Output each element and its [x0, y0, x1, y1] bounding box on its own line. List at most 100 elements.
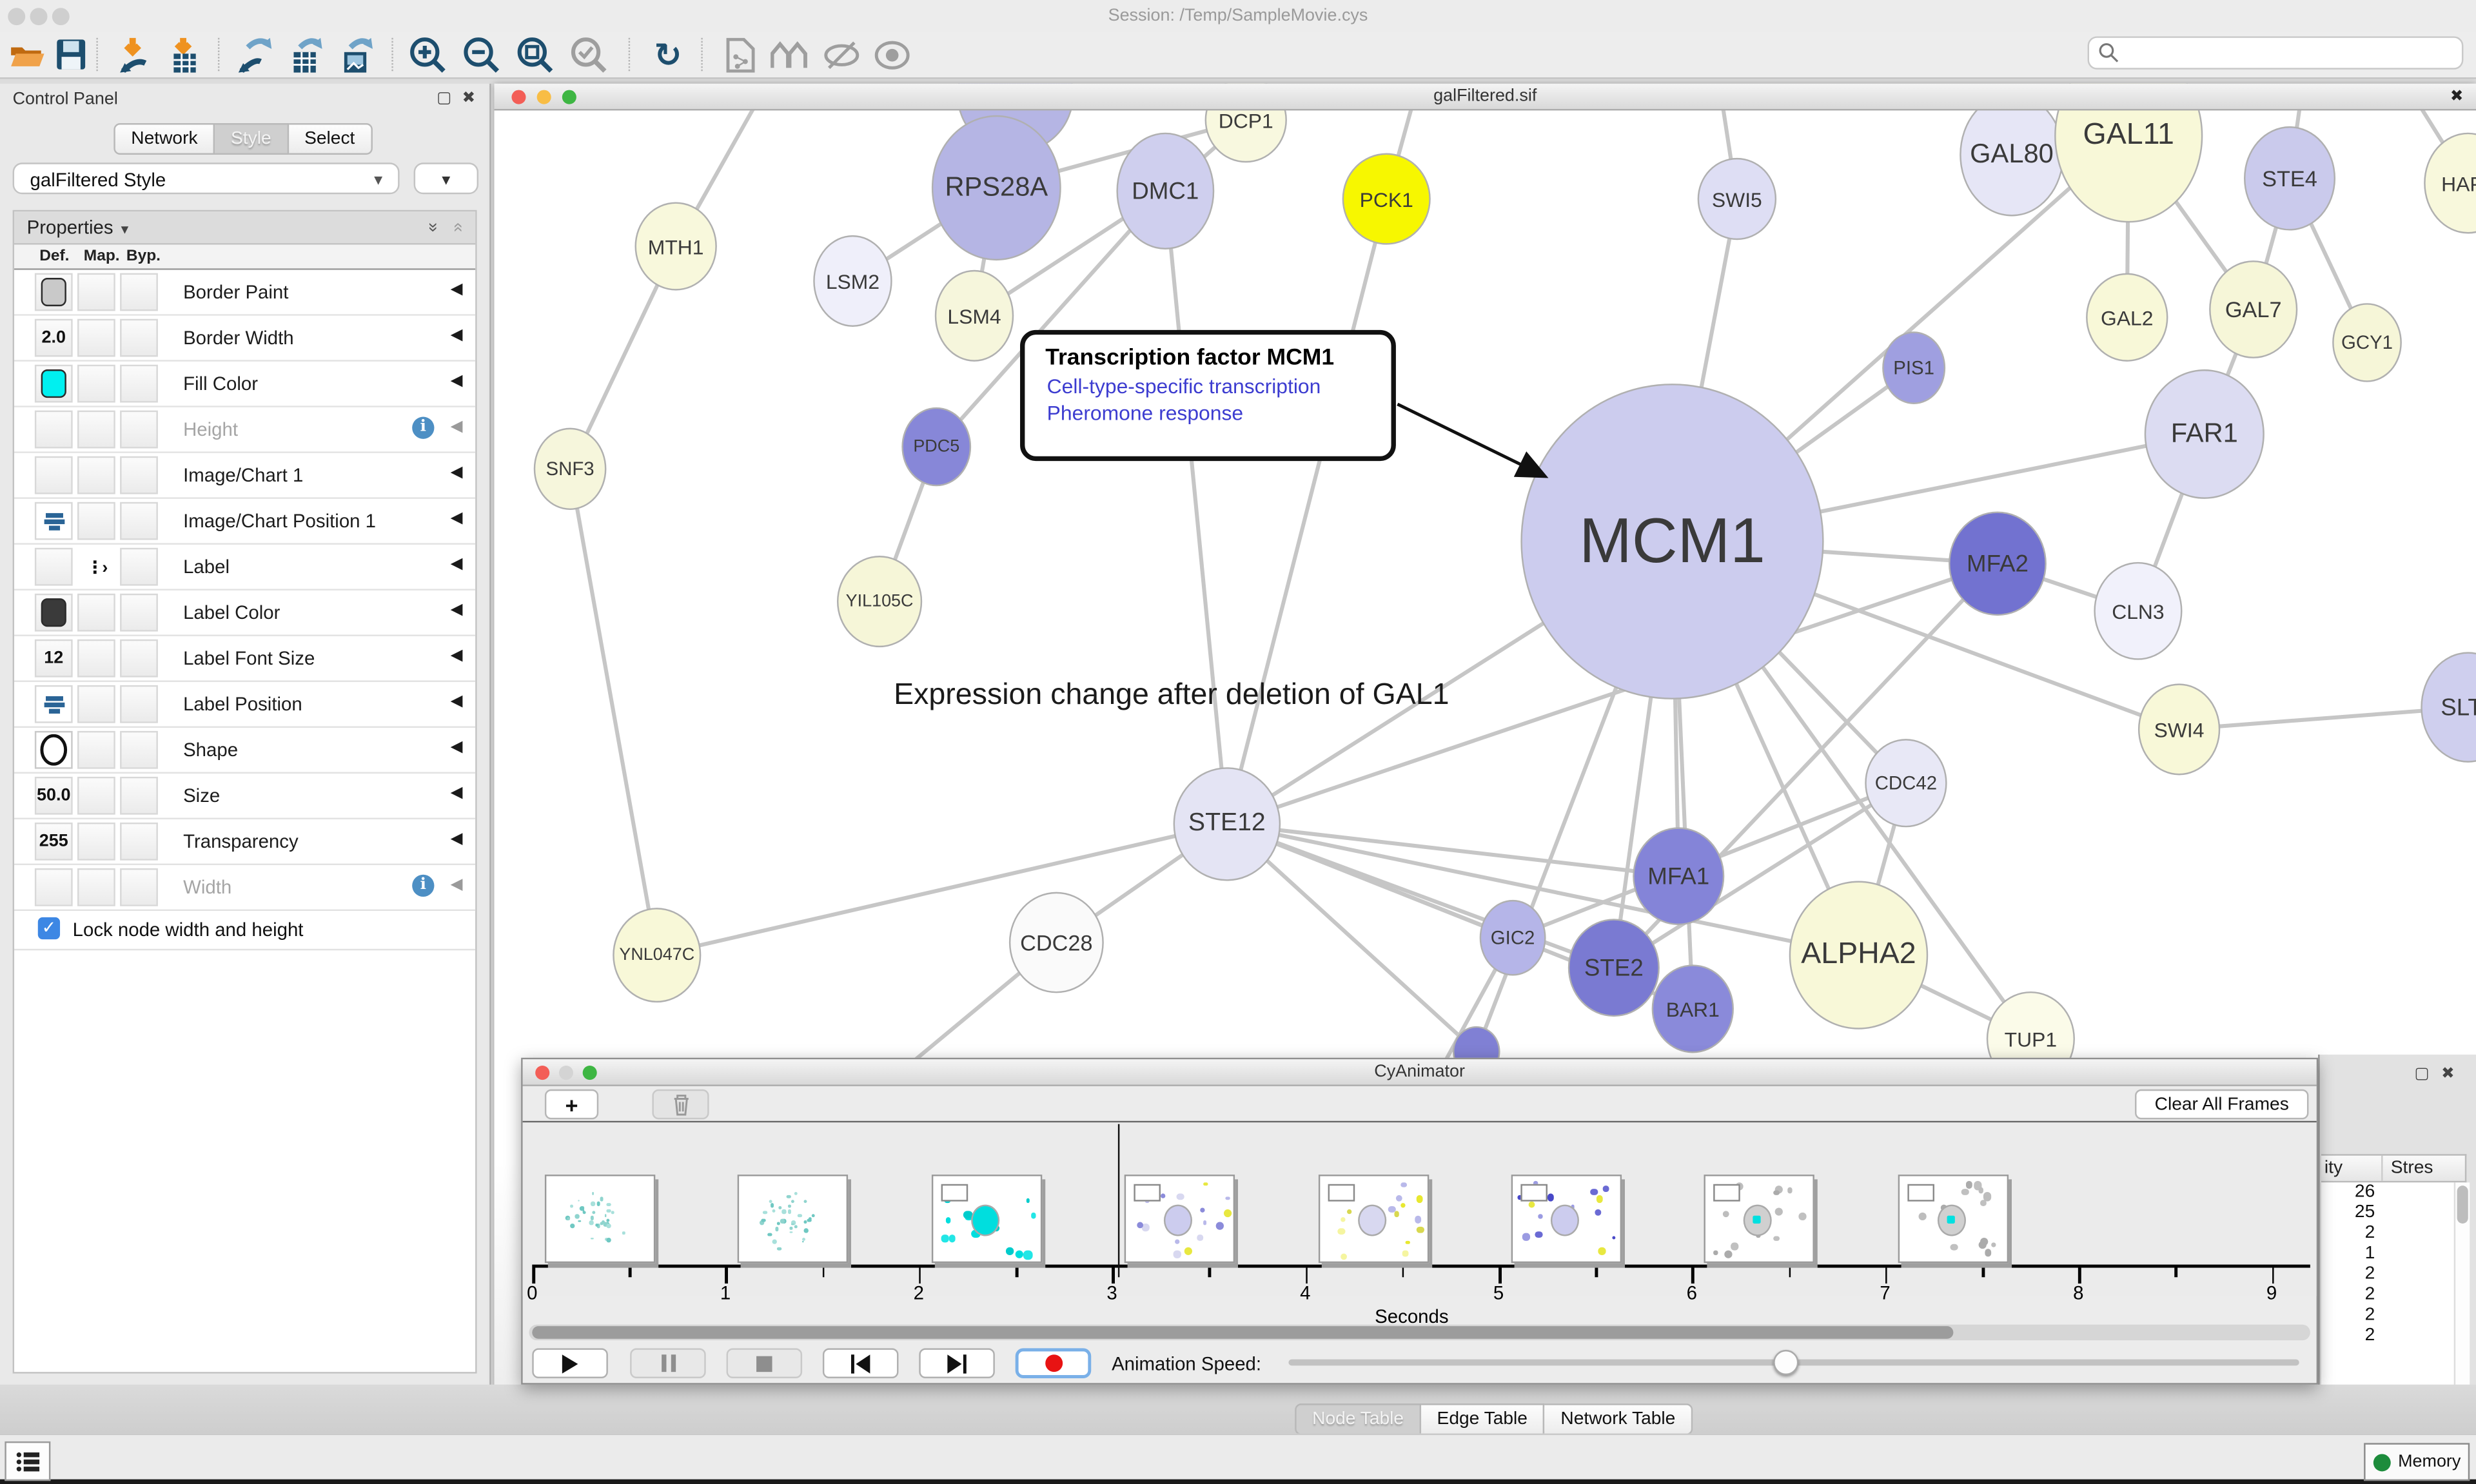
style-options-button[interactable]: ▼: [414, 162, 478, 194]
property-byp-cell[interactable]: [120, 548, 158, 586]
property-byp-cell[interactable]: [120, 823, 158, 861]
table-row[interactable]: 2: [2321, 1326, 2454, 1347]
property-map-cell[interactable]: [77, 319, 115, 357]
property-map-cell[interactable]: [77, 365, 115, 403]
property-map-cell[interactable]: [77, 777, 115, 815]
property-row[interactable]: ⋮›Label◀: [14, 545, 475, 591]
property-byp-cell[interactable]: [120, 639, 158, 678]
property-row[interactable]: Label Position◀: [14, 682, 475, 728]
close-icon[interactable]: [511, 90, 526, 104]
property-def-cell[interactable]: [35, 548, 73, 586]
expand-row-icon[interactable]: ◀: [451, 876, 463, 893]
timeline[interactable]: 0123456789 Seconds: [523, 1122, 2317, 1296]
property-def-cell[interactable]: [35, 411, 73, 449]
network-edge[interactable]: [657, 824, 1227, 955]
property-row[interactable]: 2.0Border Width◀: [14, 316, 475, 362]
property-byp-cell[interactable]: [120, 319, 158, 357]
new-network-icon[interactable]: [720, 36, 761, 72]
network-node-dmc1[interactable]: DMC1: [1116, 133, 1214, 249]
pause-button[interactable]: [630, 1348, 706, 1378]
annotation-link[interactable]: Pheromone response: [1047, 401, 1391, 425]
network-node-mfa2[interactable]: MFA2: [1949, 511, 2047, 616]
property-def-cell[interactable]: [35, 685, 73, 723]
network-node-alpha2[interactable]: ALPHA2: [1789, 881, 1929, 1030]
network-node-mcm1[interactable]: MCM1: [1520, 384, 1823, 699]
export-table-icon[interactable]: [288, 36, 329, 72]
expand-row-icon[interactable]: ◀: [451, 739, 463, 756]
network-node-rps28a[interactable]: RPS28A: [932, 115, 1061, 260]
property-byp-cell[interactable]: [120, 868, 158, 906]
property-row[interactable]: Widthi◀: [14, 865, 475, 911]
property-def-cell[interactable]: 12: [35, 639, 73, 678]
property-map-cell[interactable]: [77, 594, 115, 632]
network-node-ste12[interactable]: STE12: [1174, 767, 1281, 881]
frame-thumbnail-2[interactable]: [931, 1175, 1041, 1263]
expand-row-icon[interactable]: ◀: [451, 556, 463, 573]
property-def-cell[interactable]: [35, 868, 73, 906]
property-def-cell[interactable]: 255: [35, 823, 73, 861]
property-def-cell[interactable]: [35, 594, 73, 632]
expand-row-icon[interactable]: ◀: [451, 510, 463, 527]
property-byp-cell[interactable]: [120, 502, 158, 540]
skip-to-start-button[interactable]: [823, 1348, 899, 1378]
expand-row-icon[interactable]: ◀: [451, 281, 463, 298]
minimize-icon[interactable]: [559, 1066, 573, 1080]
import-network-icon[interactable]: [113, 36, 155, 72]
memory-button[interactable]: Memory: [2364, 1443, 2470, 1481]
animation-speed-thumb[interactable]: [1773, 1350, 1798, 1375]
network-node-gal2[interactable]: GAL2: [2086, 273, 2168, 362]
zoom-icon[interactable]: [562, 90, 576, 104]
property-row[interactable]: Label Color◀: [14, 591, 475, 636]
expand-row-icon[interactable]: ◀: [451, 647, 463, 665]
property-byp-cell[interactable]: [120, 777, 158, 815]
network-node-lsm2[interactable]: LSM2: [813, 235, 892, 327]
collapse-all-icon[interactable]: «: [448, 222, 467, 232]
clear-all-frames-button[interactable]: Clear All Frames: [2135, 1089, 2308, 1120]
frame-thumbnail-1[interactable]: [738, 1175, 849, 1263]
table-scrollbar[interactable]: [2454, 1182, 2470, 1399]
property-byp-cell[interactable]: [120, 456, 158, 494]
table-row[interactable]: 25: [2321, 1203, 2454, 1224]
skip-to-end-button[interactable]: [919, 1348, 995, 1378]
window-close-button[interactable]: [8, 8, 25, 25]
property-def-cell[interactable]: [35, 731, 73, 769]
network-edge[interactable]: [1165, 191, 1227, 824]
network-node-cln3[interactable]: CLN3: [2094, 562, 2182, 660]
expand-row-icon[interactable]: ◀: [451, 464, 463, 482]
property-byp-cell[interactable]: [120, 731, 158, 769]
minimize-icon[interactable]: [537, 90, 551, 104]
property-map-cell[interactable]: ⋮›: [77, 548, 115, 586]
property-byp-cell[interactable]: [120, 365, 158, 403]
network-node-bar1[interactable]: BAR1: [1652, 964, 1734, 1053]
property-map-cell[interactable]: [77, 731, 115, 769]
expand-row-icon[interactable]: ◀: [451, 830, 463, 848]
property-row[interactable]: Image/Chart 1◀: [14, 453, 475, 499]
property-byp-cell[interactable]: [120, 594, 158, 632]
play-button[interactable]: [532, 1348, 608, 1378]
search-input[interactable]: [2088, 36, 2464, 69]
network-node-cdc28[interactable]: CDC28: [1009, 892, 1104, 993]
tab-network[interactable]: Network: [113, 123, 215, 155]
property-row[interactable]: 12Label Font Size◀: [14, 636, 475, 682]
info-icon[interactable]: i: [412, 417, 434, 439]
network-node-mfa1[interactable]: MFA1: [1633, 827, 1724, 925]
timeline-scrollbar[interactable]: [529, 1325, 2310, 1340]
table-header[interactable]: ity Stres: [2321, 1154, 2466, 1182]
expand-row-icon[interactable]: ◀: [451, 418, 463, 436]
network-node-gal80[interactable]: GAL80: [1960, 93, 2064, 216]
table-row[interactable]: 2: [2321, 1224, 2454, 1244]
property-def-cell[interactable]: 2.0: [35, 319, 73, 357]
zoom-in-icon[interactable]: [408, 36, 449, 72]
property-map-cell[interactable]: [77, 823, 115, 861]
table-row[interactable]: 2: [2321, 1285, 2454, 1305]
expand-row-icon[interactable]: ◀: [451, 373, 463, 390]
network-node-snf3[interactable]: SNF3: [534, 428, 607, 510]
add-frame-button[interactable]: +: [545, 1089, 598, 1120]
refresh-icon[interactable]: ↻: [647, 36, 689, 72]
expand-row-icon[interactable]: ◀: [451, 601, 463, 619]
property-def-cell[interactable]: [35, 456, 73, 494]
close-icon[interactable]: [535, 1066, 549, 1080]
record-button[interactable]: [1016, 1348, 1092, 1378]
property-map-cell[interactable]: [77, 868, 115, 906]
network-node-swi5[interactable]: SWI5: [1698, 158, 1776, 240]
